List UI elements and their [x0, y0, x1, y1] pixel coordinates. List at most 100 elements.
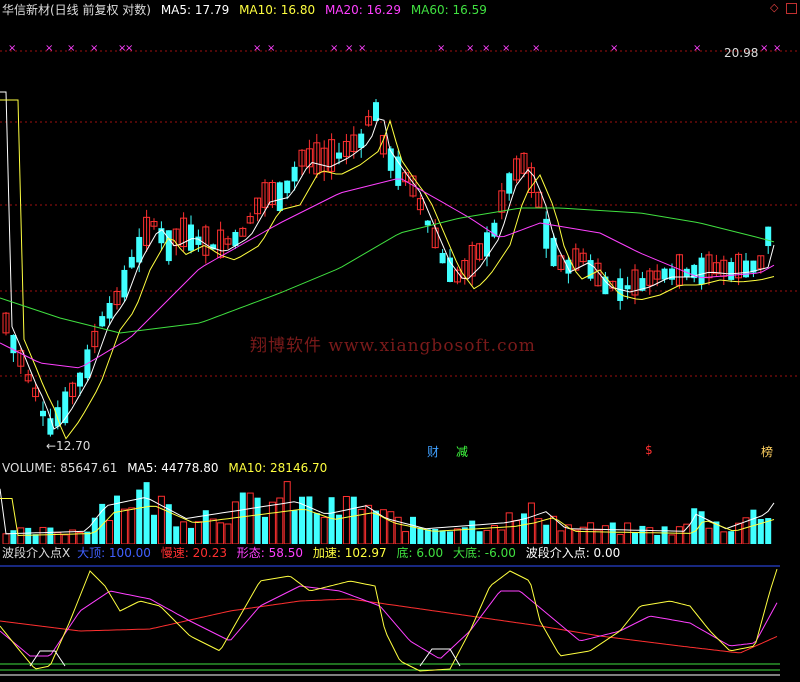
volume-bar-down: [32, 534, 39, 544]
signal-cross-marker: ×: [67, 43, 75, 54]
indicator-name: 波段介入点X: [2, 546, 71, 560]
volume-bar-up: [209, 518, 217, 544]
volume-bar-up: [587, 522, 595, 544]
volume-bar-up: [675, 526, 683, 544]
candle-body-down: [106, 302, 113, 319]
volume-bar-up: [453, 528, 461, 544]
volume-bar-up: [490, 525, 498, 544]
signal-cross-marker: ×: [610, 43, 618, 54]
indicator-dading: 大顶: 100.00: [77, 546, 151, 560]
volume-bar-up: [320, 517, 328, 544]
indicator-mansu: 慢速: 20.23: [160, 546, 227, 560]
signal-cross-marker: ×: [532, 43, 540, 54]
tag-jian[interactable]: 减: [456, 443, 468, 460]
slow-line: [0, 598, 778, 654]
volume-panel: [0, 476, 800, 544]
indicator-dadi: 大底: -6.00: [452, 546, 516, 560]
candle-body-down: [291, 166, 298, 182]
volume-bar-down: [373, 510, 379, 544]
tag-dollar[interactable]: $: [645, 443, 653, 457]
volume-bar-up: [231, 501, 239, 544]
ma60-value: MA60: 16.59: [410, 3, 487, 17]
volume-bar-down: [661, 526, 668, 544]
price-panel: × × × × × × × × × × × × × × × × × × × × 20.98 ←12.70 翔博软件 w…: [0, 18, 800, 460]
signal-cross-marker: ×: [253, 43, 261, 54]
candle-body-down: [439, 252, 446, 264]
candle-body-down: [121, 269, 128, 298]
ma20-value: MA20: 16.29: [324, 3, 401, 17]
volume-bar-down: [654, 534, 661, 544]
candle-body-down: [424, 220, 431, 226]
candle-body-down: [165, 230, 172, 262]
indicator-xingtai: 形态: 58.50: [236, 546, 304, 560]
volume-bar-up: [39, 526, 47, 544]
volume-bar-down: [239, 492, 246, 544]
volume-bar-down: [291, 510, 298, 544]
signal-cross-marker: ×: [693, 43, 701, 54]
volume-value: VOLUME: 85647.61: [2, 461, 118, 475]
volume-bar-up: [557, 530, 565, 544]
volume-bar-up: [342, 495, 350, 544]
candle-body-down: [506, 173, 513, 194]
volume-bar-down: [306, 496, 313, 544]
volume-bar-up: [483, 529, 491, 544]
volume-bar-up: [61, 534, 69, 544]
volume-bar-down: [10, 530, 17, 544]
volume-bar-up: [601, 525, 609, 544]
volume-bar-down: [543, 524, 550, 544]
tag-cai[interactable]: 财: [427, 443, 439, 460]
candle-body-down: [128, 256, 135, 268]
volume-bar-down: [632, 532, 638, 544]
volume-bar-up: [157, 495, 165, 544]
candle-body-down: [99, 316, 106, 327]
candle-body-down: [395, 156, 402, 186]
volume-bar-down: [447, 531, 453, 544]
indicator-chart: [0, 565, 780, 676]
signal-cross-marker: ×: [773, 43, 781, 54]
volume-bar-up: [180, 521, 188, 544]
volume-bar-up: [668, 534, 676, 544]
volume-bar-down: [188, 527, 194, 544]
candle-body-down: [77, 372, 83, 387]
volume-bar-up: [128, 507, 136, 544]
candle-body-down: [373, 102, 379, 121]
volume-bar-down: [424, 529, 431, 544]
volume-bar-down: [417, 527, 424, 544]
ma10-line: [0, 99, 775, 440]
volume-bar-up: [246, 492, 254, 544]
shape-line: [0, 585, 778, 659]
volume-bar-down: [328, 497, 335, 544]
volume-bar-up: [365, 504, 373, 544]
volume-bar-down: [313, 513, 320, 544]
volume-bar-down: [750, 509, 757, 544]
ma10-value: MA10: 16.80: [239, 3, 316, 17]
accel-line: [0, 568, 778, 672]
volume-bar-up: [217, 522, 225, 544]
indicator-di: 底: 6.00: [396, 546, 444, 560]
volume-bar-up: [498, 529, 506, 544]
price-header: 华信新材(日线 前复权 对数) MA5: 17.79 MA10: 16.80 M…: [2, 3, 493, 17]
indicator-panel: [0, 561, 800, 682]
stock-title: 华信新材(日线 前复权 对数): [2, 3, 151, 17]
signal-cross-marker: ×: [358, 43, 366, 54]
volume-bar-up: [268, 501, 276, 544]
signal-cross-marker: ×: [90, 43, 98, 54]
volume-bar-up: [735, 522, 743, 544]
candle-body-down: [188, 224, 194, 251]
volume-bar-down: [47, 527, 54, 544]
volume-bar-up: [402, 531, 410, 544]
candle-body-down: [661, 268, 668, 280]
volume-bar-up: [2, 533, 10, 544]
close-box-icon[interactable]: [786, 3, 797, 14]
volume-bar-down: [262, 516, 268, 544]
volume-bar-down: [136, 489, 143, 544]
candle-body-down: [136, 236, 143, 263]
signal-cross-marker: ×: [760, 43, 768, 54]
signal-cross-marker: ×: [125, 43, 133, 54]
volume-bar-up: [572, 529, 580, 544]
ma5-value: MA5: 17.79: [160, 3, 230, 17]
diamond-icon[interactable]: ◇: [770, 2, 780, 13]
low-price-label: ←12.70: [46, 439, 91, 453]
tag-bang[interactable]: 榜: [761, 443, 773, 460]
candle-body-down: [765, 226, 772, 247]
